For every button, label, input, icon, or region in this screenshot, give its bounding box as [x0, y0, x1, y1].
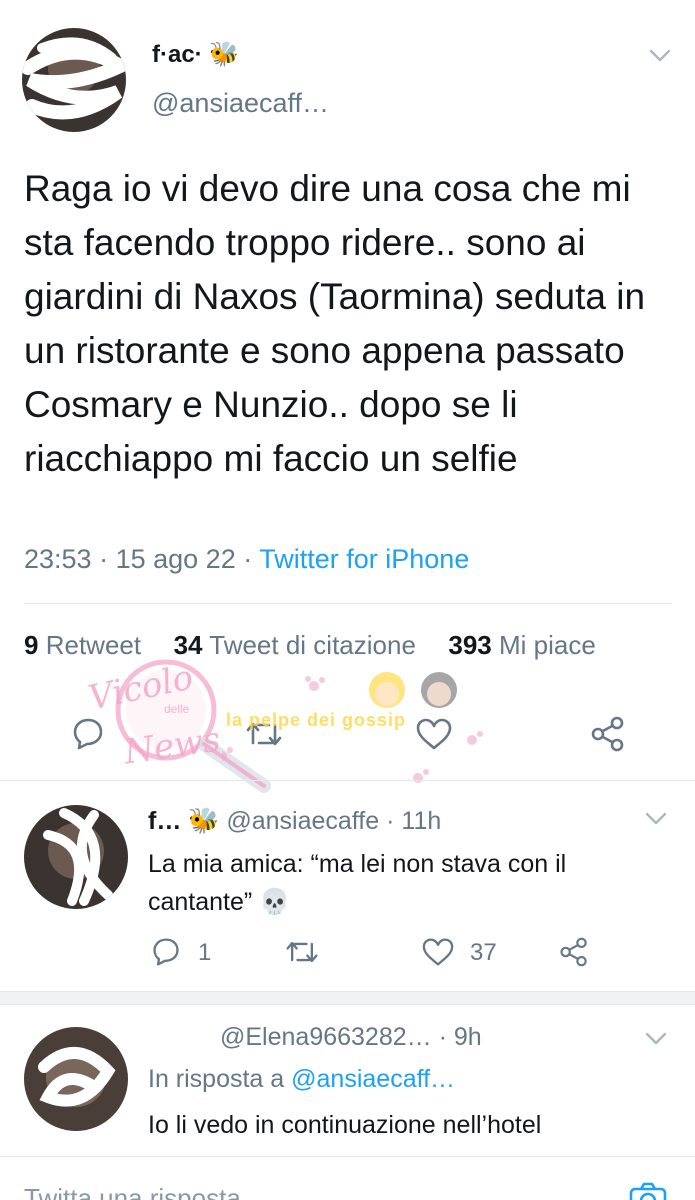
reply-1-time: 11h	[401, 807, 442, 835]
avatar-redacted-image	[24, 1027, 128, 1131]
avatar-redacted-image	[24, 805, 128, 909]
reply-1-like-count: 37	[470, 939, 497, 966]
retweet-icon[interactable]	[242, 714, 286, 754]
quotes-count: 34	[173, 630, 203, 660]
reply-1-avatar[interactable]	[24, 805, 128, 909]
reply-2-header: @Elena9663282… · 9h	[220, 1023, 482, 1052]
reply-2-menu-chevron-icon[interactable]	[644, 1031, 668, 1052]
share-icon[interactable]	[586, 714, 630, 754]
reply-1-reply-icon[interactable]	[148, 935, 184, 969]
reply-composer-input[interactable]: Twitta una risposta	[24, 1183, 241, 1200]
meta-separator: ·	[243, 544, 260, 574]
meta-separator: ·	[386, 807, 402, 835]
reply-2[interactable]: @Elena9663282… · 9h In risposta a @ansia…	[0, 1005, 695, 1155]
reply-1-header: f… 🐝 @ansiaecaffe · 11h	[148, 807, 441, 836]
reply-icon[interactable]	[66, 714, 110, 754]
vicolo-watermark-word1: Vicolo	[84, 657, 197, 719]
main-tweet-meta: 23:53 · 15 ago 22 · Twitter for iPhone	[24, 544, 469, 575]
tweet-stats: 9 Retweet 34 Tweet di citazione 393 Mi p…	[24, 630, 596, 661]
stats-divider-top	[24, 603, 672, 604]
reply-1-text: La mia amica: “ma lei non stava con il c…	[148, 850, 567, 916]
reply-2-time: 9h	[453, 1023, 482, 1051]
main-avatar[interactable]	[22, 28, 126, 132]
reply-1-menu-chevron-icon[interactable]	[644, 811, 668, 832]
likes-label: Mi piace	[499, 630, 596, 660]
retweets-label: Retweet	[45, 630, 142, 660]
vicolo-watermark-word2: delle	[164, 702, 190, 716]
meta-separator: ·	[438, 1023, 454, 1051]
main-tweet: f·ac· 🐝 @ansiaecaff… Raga io vi devo dir…	[0, 0, 695, 793]
reply-2-avatar[interactable]	[24, 1027, 128, 1131]
main-tweet-text: Raga io vi devo dire una cosa che mi sta…	[24, 168, 646, 479]
section-divider	[0, 991, 695, 1005]
in-reply-handle-link[interactable]: @ansiaecaff…	[291, 1065, 455, 1093]
tweet-date: 15 ago 22	[115, 544, 236, 574]
tweet-time: 23:53	[24, 544, 92, 574]
reply-1-author-name[interactable]: f… 🐝	[148, 807, 219, 835]
like-heart-icon[interactable]	[412, 714, 456, 754]
likes-stat[interactable]: 393 Mi piace	[448, 630, 595, 660]
retweets-stat[interactable]: 9 Retweet	[24, 630, 148, 660]
reply-1-reply-count: 1	[198, 939, 212, 966]
meta-separator: ·	[99, 544, 116, 574]
reply-1[interactable]: f… 🐝 @ansiaecaffe · 11h La mia amica: “m…	[0, 781, 695, 991]
reply-1-retweet-icon[interactable]	[284, 935, 320, 969]
reply-2-in-reply-to: In risposta a @ansiaecaff…	[148, 1065, 455, 1094]
main-author-handle[interactable]: @ansiaecaff…	[152, 88, 329, 119]
tweet-source-link[interactable]: Twitter for iPhone	[259, 544, 469, 574]
quotes-stat[interactable]: 34 Tweet di citazione	[174, 630, 424, 660]
retweets-count: 9	[24, 630, 39, 660]
in-reply-prefix: In risposta a	[148, 1065, 285, 1093]
reply-2-handle[interactable]: @Elena9663282…	[220, 1023, 432, 1051]
main-author-name[interactable]: f·ac· 🐝	[152, 40, 239, 69]
reply-composer[interactable]: Twitta una risposta	[0, 1157, 695, 1200]
vicolo-watermark-word3: News	[121, 719, 223, 773]
main-tweet-menu-chevron-icon[interactable]	[648, 40, 672, 70]
camera-icon[interactable]	[628, 1181, 668, 1200]
reply-1-handle[interactable]: @ansiaecaffe	[226, 807, 379, 835]
avatar-redacted-image	[22, 28, 126, 132]
reply-2-text: Io li vedo in continuazione nell’hotel	[148, 1111, 542, 1139]
likes-count: 393	[448, 630, 492, 660]
reply-1-share-icon[interactable]	[556, 935, 592, 969]
reply-1-like-heart-icon[interactable]	[420, 935, 456, 969]
quotes-label: Tweet di citazione	[209, 630, 416, 660]
